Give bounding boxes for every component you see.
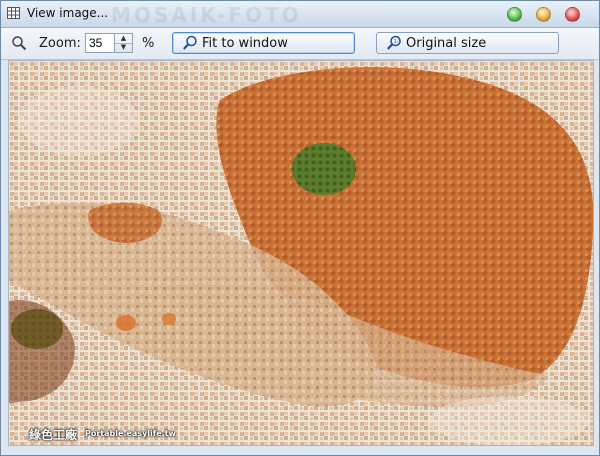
zoom-original-icon: 1:1 xyxy=(387,35,402,50)
window-title: View image... xyxy=(27,6,109,20)
zoom-label: Zoom: xyxy=(39,36,81,51)
original-size-label: Original size xyxy=(406,36,487,51)
watermark-url: Portable.easylife.tw xyxy=(85,429,176,438)
zoom-stepper[interactable]: ▲ ▼ xyxy=(115,33,133,53)
title-watermark: MOSAIK-FOTO xyxy=(111,3,302,27)
fit-to-window-label: Fit to window xyxy=(202,36,288,51)
zoom-decrease-button[interactable]: ▼ xyxy=(115,43,132,52)
svg-text:1:1: 1:1 xyxy=(394,39,402,45)
percent-label: % xyxy=(142,36,155,51)
close-button[interactable] xyxy=(565,7,580,22)
mosaic-image xyxy=(9,61,593,445)
image-viewport[interactable] xyxy=(8,60,594,446)
maximize-button[interactable] xyxy=(536,7,551,22)
magnifier-icon xyxy=(12,36,27,51)
app-grid-icon xyxy=(7,7,20,19)
zoom-toolbar: Zoom: ▲ ▼ % Fit to window 1:1 Original s… xyxy=(1,28,599,60)
zoom-fit-icon xyxy=(183,35,197,50)
fit-to-window-button[interactable]: Fit to window xyxy=(172,32,355,54)
minimize-button[interactable] xyxy=(507,7,522,22)
original-size-button[interactable]: 1:1 Original size xyxy=(376,32,559,54)
image-viewer-window: View image... MOSAIK-FOTO Zoom: ▲ ▼ % Fi… xyxy=(0,0,600,456)
watermark-chinese: 綠色工廠 xyxy=(29,428,78,442)
title-bar[interactable]: View image... MOSAIK-FOTO xyxy=(1,1,599,28)
zoom-input[interactable] xyxy=(85,33,115,53)
